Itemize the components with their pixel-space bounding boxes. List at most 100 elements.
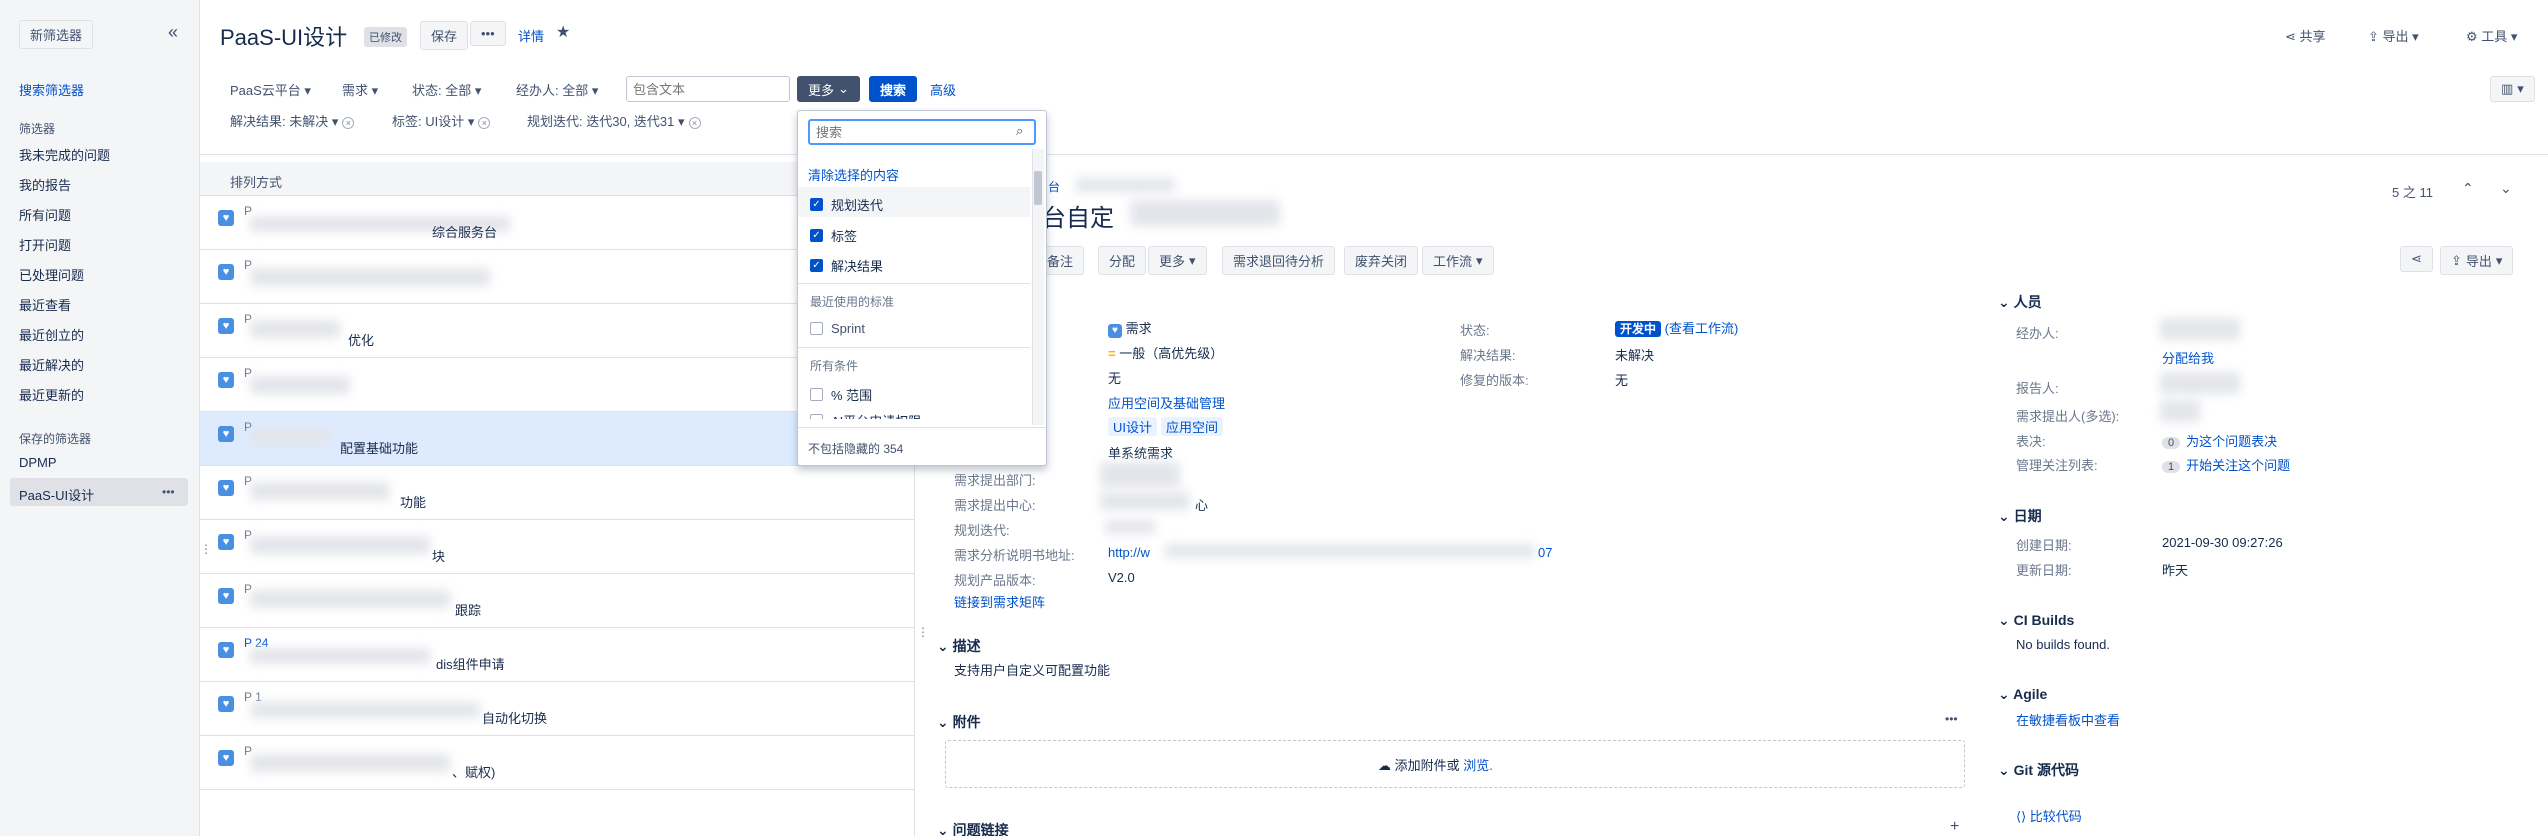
votes-label: 表决: <box>2016 434 2046 449</box>
list-item[interactable]: ♥ P 功能 <box>200 466 915 520</box>
agile-board-link[interactable]: 在敏捷看板中查看 <box>2016 710 2120 729</box>
attachments-header[interactable]: ⌄ 附件 <box>937 712 981 732</box>
filter-type[interactable]: 需求 ▾ <box>342 80 378 99</box>
export-button[interactable]: ⇪ 导出 ▾ <box>2368 26 2419 45</box>
previous-issue-icon[interactable]: ⌃ <box>2462 180 2474 197</box>
list-item[interactable]: ♥ P 、赋权) <box>200 736 915 790</box>
dropdown-divider <box>798 427 1046 428</box>
matrix-link[interactable]: 链接到需求矩阵 <box>954 592 1045 611</box>
next-issue-icon[interactable]: ⌄ <box>2500 180 2512 197</box>
checkbox-checked-icon[interactable]: ✓ <box>810 259 823 272</box>
export-detail-button[interactable]: ⇪ 导出 ▾ <box>2440 246 2514 275</box>
more-criteria-button[interactable]: 更多 ⌄ <box>797 76 860 102</box>
tools-button[interactable]: ⚙ 工具 ▾ <box>2466 26 2517 45</box>
ci-builds-header[interactable]: ⌄ CI Builds <box>1998 612 2074 629</box>
add-link-icon[interactable]: + <box>1950 818 1959 836</box>
resize-handle-right[interactable]: ⋮ <box>917 625 929 639</box>
center-value: 心 <box>1195 498 1209 513</box>
search-button[interactable]: 搜索 <box>869 76 918 102</box>
checkbox-checked-icon[interactable]: ✓ <box>810 229 823 242</box>
saved-filter-dpmp[interactable]: DPMP <box>19 455 57 470</box>
agile-header[interactable]: ⌄ Agile <box>1998 686 2047 703</box>
assign-to-me-link[interactable]: 分配给我 <box>2162 348 2214 367</box>
sidebar-item-recent-viewed[interactable]: 最近查看 <box>19 295 71 314</box>
detail-more-button[interactable]: 更多 ▾ <box>1148 246 1207 275</box>
sort-by-button[interactable]: 排列方式 <box>230 172 282 191</box>
dates-header[interactable]: ⌄ 日期 <box>1998 506 2042 526</box>
save-button[interactable]: 保存 <box>420 21 469 50</box>
breadcrumb[interactable]: 台 <box>1048 178 1060 195</box>
doc-link[interactable]: http://w <box>1108 545 1150 560</box>
people-header[interactable]: ⌄ 人员 <box>1998 292 2042 312</box>
sidebar-item-all-issues[interactable]: 所有问题 <box>19 205 71 224</box>
attachments-more-icon[interactable]: ••• <box>1945 712 1958 726</box>
search-filters-link[interactable]: 搜索筛选器 <box>19 80 84 99</box>
description-header[interactable]: ⌄ 描述 <box>937 636 981 656</box>
issue-links-header[interactable]: ⌄ 问题链接 <box>937 820 1009 836</box>
priority-value: = 一般（高优先级） <box>1108 346 1224 361</box>
sidebar-item-recent-updated[interactable]: 最近更新的 <box>19 385 84 404</box>
criteria-search-input[interactable] <box>808 119 1036 145</box>
compare-code-link[interactable]: ⟨⟩ 比较代码 <box>2016 806 2082 825</box>
assign-button[interactable]: 分配 <box>1098 246 1147 275</box>
list-item[interactable]: ♥ P 1 自动化切换 <box>200 682 915 736</box>
filter-labels[interactable]: 标签: UI设计 ▾ × <box>392 111 491 130</box>
collapse-sidebar-icon[interactable]: « <box>168 22 178 43</box>
sidebar-item-recent-resolved[interactable]: 最近解决的 <box>19 355 84 374</box>
layout-toggle-button[interactable]: ▥ ▾ <box>2490 76 2535 102</box>
list-item[interactable]: ♥ P 跟踪 <box>200 574 915 628</box>
filter-status[interactable]: 状态: 全部 ▾ <box>412 80 481 99</box>
criteria-item-sprint[interactable]: Sprint <box>810 321 865 336</box>
clear-resolution-icon[interactable]: × <box>342 117 355 129</box>
filter-resolution[interactable]: 解决结果: 未解决 ▾ × <box>230 111 355 130</box>
criteria-item-percent-range[interactable]: % 范围 <box>810 385 872 404</box>
sidebar-item-recent-created[interactable]: 最近创立的 <box>19 325 84 344</box>
return-to-analysis-button[interactable]: 需求退回待分析 <box>1222 246 1336 275</box>
header-more-button[interactable]: ••• <box>470 21 506 46</box>
sidebar-item-resolved[interactable]: 已处理问题 <box>19 265 84 284</box>
resize-handle-left[interactable]: ⋮ <box>200 542 212 556</box>
checkbox-icon[interactable] <box>810 322 823 335</box>
watch-link[interactable]: 开始关注这个问题 <box>2186 458 2290 473</box>
list-item[interactable]: ♥ P 24 dis组件申请 <box>200 628 915 682</box>
component-link[interactable]: 应用空间及基础管理 <box>1108 393 1225 412</box>
dropdown-scrollbar-thumb[interactable] <box>1034 171 1042 205</box>
filter-iteration[interactable]: 规划迭代: 迭代30, 迭代31 ▾ × <box>527 111 701 130</box>
saved-filter-paas-ui[interactable]: PaaS-UI设计 <box>19 485 94 504</box>
checkbox-icon[interactable] <box>810 414 823 419</box>
vote-link[interactable]: 为这个问题表决 <box>2186 434 2277 449</box>
filter-project[interactable]: PaaS云平台 ▾ <box>230 80 311 99</box>
new-filter-button[interactable]: 新筛选器 <box>19 20 94 49</box>
checkbox-icon[interactable] <box>810 388 823 401</box>
details-link[interactable]: 详情 <box>518 26 544 45</box>
share-button[interactable]: ⋖ 共享 <box>2285 26 2326 45</box>
clear-selection-link[interactable]: 清除选择的内容 <box>808 165 899 184</box>
criteria-item-ai-platform[interactable]: AI平台申请权限 <box>810 411 921 419</box>
label-tag[interactable]: 应用空间 <box>1161 417 1224 436</box>
text-search-input[interactable] <box>626 76 790 102</box>
view-workflow-link[interactable]: (查看工作流) <box>1665 321 1739 336</box>
git-header[interactable]: ⌄ Git 源代码 <box>1998 760 2079 780</box>
label-tag[interactable]: UI设计 <box>1108 417 1158 436</box>
list-item[interactable]: ♥ P 块 <box>200 520 915 574</box>
sidebar-item-my-reports[interactable]: 我的报告 <box>19 175 71 194</box>
checkbox-checked-icon[interactable]: ✓ <box>810 198 823 211</box>
sidebar-item-open-issues[interactable]: 打开问题 <box>19 235 71 254</box>
doc-link-tail[interactable]: 07 <box>1538 545 1552 560</box>
advanced-link[interactable]: 高级 <box>930 80 956 99</box>
criteria-item-iteration[interactable]: ✓ 规划迭代 <box>810 195 883 214</box>
sidebar-item-my-open[interactable]: 我未完成的问题 <box>19 145 110 164</box>
clear-iteration-icon[interactable]: × <box>688 117 701 129</box>
resolution-value: 未解决 <box>1615 348 1655 363</box>
saved-filter-more-icon[interactable]: ••• <box>162 485 175 499</box>
clear-labels-icon[interactable]: × <box>478 117 491 129</box>
modified-badge: 已修改 <box>364 27 407 47</box>
share-detail-button[interactable]: ⋖ <box>2400 246 2433 272</box>
browse-link[interactable]: 浏览. <box>1463 758 1493 773</box>
abandon-close-button[interactable]: 废弃关闭 <box>1344 246 1419 275</box>
criteria-item-resolution[interactable]: ✓ 解决结果 <box>810 256 883 275</box>
star-icon[interactable]: ★ <box>556 22 570 42</box>
criteria-item-labels[interactable]: ✓ 标签 <box>810 226 857 245</box>
filter-assignee[interactable]: 经办人: 全部 ▾ <box>516 80 598 99</box>
workflow-button[interactable]: 工作流 ▾ <box>1422 246 1494 275</box>
